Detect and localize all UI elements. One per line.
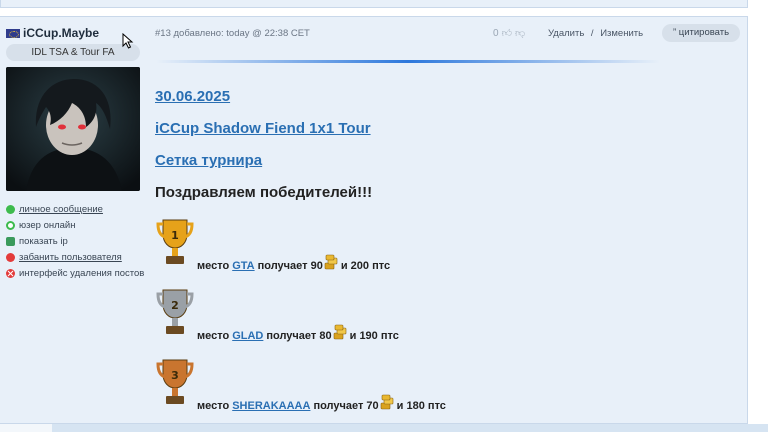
pts-value: 200 (350, 260, 370, 272)
pts-label: птс (372, 260, 391, 272)
pts-value: 190 (359, 330, 378, 342)
avatar[interactable] (6, 67, 140, 191)
pts-label: птс (380, 330, 399, 342)
coins-icon (324, 254, 338, 270)
online-icon (6, 220, 15, 230)
date-link[interactable]: 30.06.2025 (155, 88, 230, 110)
horizontal-scrollbar[interactable] (0, 424, 768, 432)
mouse-cursor-icon (122, 33, 134, 49)
delete-posts-icon (6, 268, 15, 278)
trophy-rank: 2 (171, 299, 179, 312)
author-panel: iCCup.Maybe IDL TSA & Tour FA личное соо… (6, 26, 146, 281)
tournament-link[interactable]: iCCup Shadow Fiend 1x1 Tour (155, 120, 371, 142)
coins-icon (333, 324, 346, 340)
team-link[interactable]: SHERAKAAAA (232, 400, 310, 412)
place-word: место (197, 260, 230, 272)
place-text: место SHERAKAAAA получает 70 и 180 птс (197, 394, 446, 412)
post-actions: Удалить / Изменить (548, 28, 647, 39)
trophy-rank: 3 (171, 369, 179, 382)
page-gutter (748, 0, 768, 432)
post-divider (156, 60, 660, 63)
team-link[interactable]: GTA (232, 260, 254, 272)
user-links: личное сообщение юзер онлайн показать ip… (6, 201, 146, 281)
place-word: место (197, 400, 230, 412)
user-link-show-ip[interactable]: показать ip (6, 233, 146, 249)
post-rating: 0 👍︎ 👎︎ (493, 27, 525, 40)
team-link[interactable]: GLAD (232, 330, 263, 342)
bracket-link[interactable]: Сетка турнира (155, 152, 262, 174)
trophy-icon: 1 (156, 219, 194, 264)
user-link-label: показать ip (19, 235, 68, 247)
gets-word: получает (257, 260, 308, 272)
scrollbar-segment[interactable] (0, 424, 52, 432)
post-meta: #13 добавлено: today @ 22:38 CET (155, 28, 310, 39)
and-word: и (349, 330, 357, 342)
place-row: 1 место GTA получает 90 и 200 птс (155, 216, 555, 272)
place-text: место GLAD получает 80 и 190 птс (197, 324, 399, 342)
coins-value: 90 (310, 260, 323, 272)
trophy-icon: 3 (156, 359, 194, 404)
place-row: 3 место SHERAKAAAA получает 70 и 180 птс (155, 356, 555, 412)
thumbs-down-icon[interactable]: 👎︎ (515, 27, 525, 39)
congrats-text: Поздравляем победителей!!! (155, 184, 373, 201)
eu-flag-icon (6, 28, 20, 38)
quote-button[interactable]: ” цитировать (662, 24, 740, 42)
coins-value: 80 (319, 330, 332, 342)
gets-word: получает (266, 330, 317, 342)
pts-label: птс (427, 400, 446, 412)
ip-icon (6, 236, 15, 246)
pts-value: 180 (406, 400, 425, 412)
trophy-icon: 2 (156, 289, 194, 334)
author-tag: IDL TSA & Tour FA (6, 44, 140, 61)
place-row: 2 место GLAD получает 80 и 190 птс (155, 286, 555, 342)
message-icon (6, 204, 15, 214)
user-link-online: юзер онлайн (6, 217, 146, 233)
previous-post-edge (0, 0, 768, 8)
avatar-image (6, 67, 140, 191)
user-link-label: интерфейс удаления постов (19, 267, 145, 279)
user-link-message[interactable]: личное сообщение (6, 201, 146, 217)
edit-button[interactable]: Изменить (600, 28, 643, 39)
gets-word: получает (313, 400, 364, 412)
and-word: и (340, 260, 348, 272)
user-link-ban[interactable]: забанить пользователя (6, 249, 146, 265)
delete-button[interactable]: Удалить (548, 28, 584, 39)
user-link-label: юзер онлайн (19, 219, 76, 231)
coins-icon (380, 394, 393, 410)
place-word: место (197, 330, 230, 342)
ban-icon (6, 252, 15, 262)
author-name-text: iCCup.Maybe (23, 26, 100, 40)
user-link-label: забанить пользователя (19, 251, 122, 263)
previous-post-panel (0, 0, 748, 8)
coins-value: 70 (366, 400, 379, 412)
user-link-label: личное сообщение (19, 203, 103, 215)
thumbs-up-icon[interactable]: 👍︎ (502, 27, 512, 39)
actions-separator: / (590, 28, 594, 39)
trophy-rank: 1 (171, 229, 179, 242)
rating-count: 0 (493, 27, 499, 39)
user-link-delete-posts[interactable]: интерфейс удаления постов (6, 265, 146, 281)
and-word: и (396, 400, 404, 412)
place-text: место GTA получает 90 и 200 птс (197, 254, 390, 272)
